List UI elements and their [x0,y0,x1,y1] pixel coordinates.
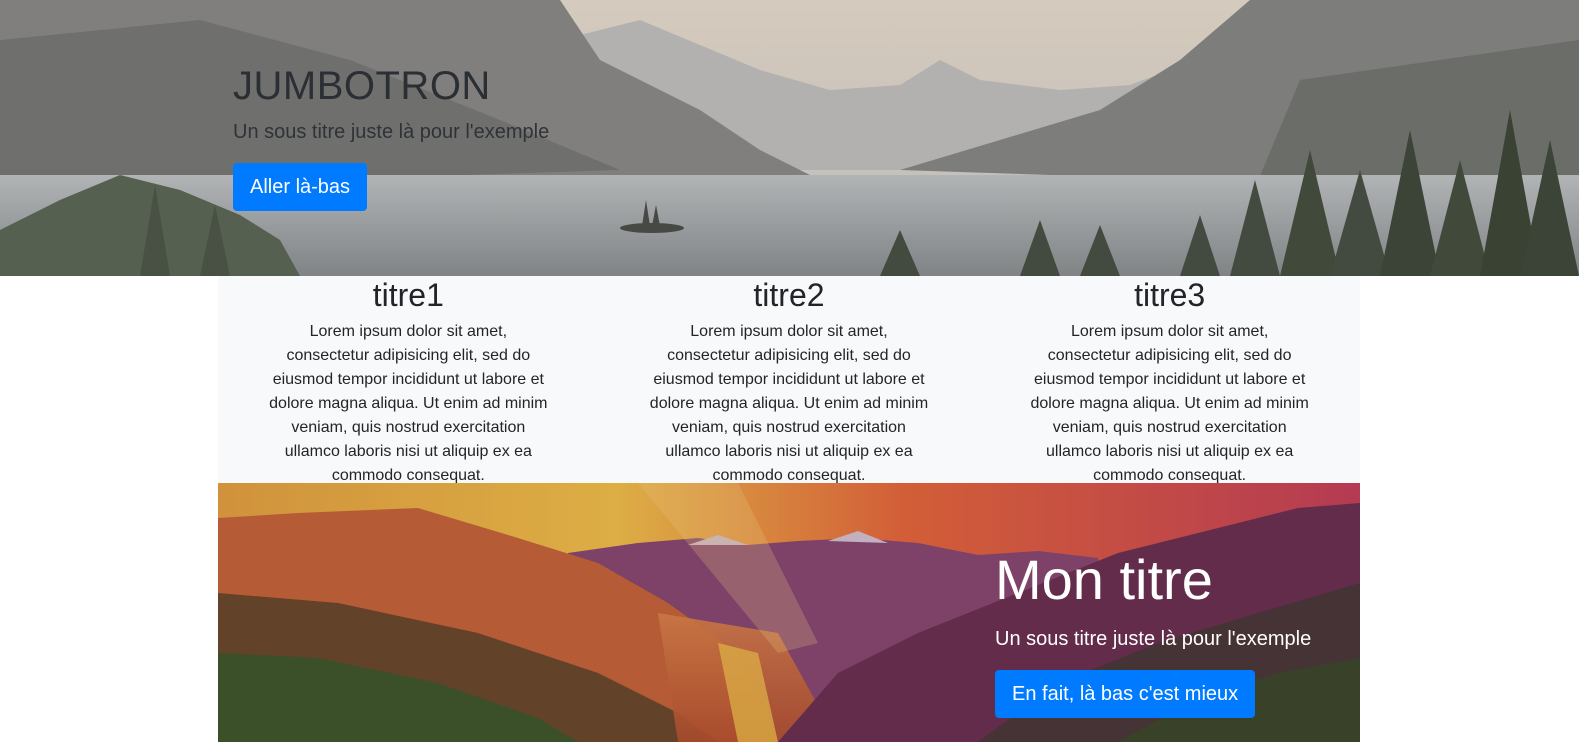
feature-title: Mon titre [995,548,1213,611]
column-text: Lorem ipsum dolor sit amet, consectetur … [649,323,929,484]
jumbotron: JUMBOTRON Un sous titre juste là pour l'… [0,0,1579,276]
jumbotron-title: JUMBOTRON [233,64,491,108]
feature-columns: titre1 Lorem ipsum dolor sit amet, conse… [218,276,1360,484]
better-there-button[interactable]: En fait, là bas c'est mieux [995,670,1256,718]
column-text: Lorem ipsum dolor sit amet, consectetur … [269,323,548,484]
sunset-feature-section: Mon titre Un sous titre juste là pour l'… [218,483,1360,742]
column-title: titre2 [753,277,825,313]
feature-subtitle: Un sous titre juste là pour l'exemple [995,628,1312,650]
column-title: titre1 [372,277,444,313]
column-1: titre1 Lorem ipsum dolor sit amet, conse… [218,276,599,484]
column-3: titre3 Lorem ipsum dolor sit amet, conse… [979,276,1360,484]
jumbotron-content: JUMBOTRON Un sous titre juste là pour l'… [233,62,549,211]
column-text: Lorem ipsum dolor sit amet, consectetur … [1030,323,1309,484]
go-there-button[interactable]: Aller là-bas [233,163,368,211]
column-2: titre2 Lorem ipsum dolor sit amet, conse… [599,276,980,484]
jumbotron-subtitle: Un sous titre juste là pour l'exemple [233,121,550,143]
column-title: titre3 [1134,277,1206,313]
sunset-content: Mon titre Un sous titre juste là pour l'… [995,547,1311,718]
